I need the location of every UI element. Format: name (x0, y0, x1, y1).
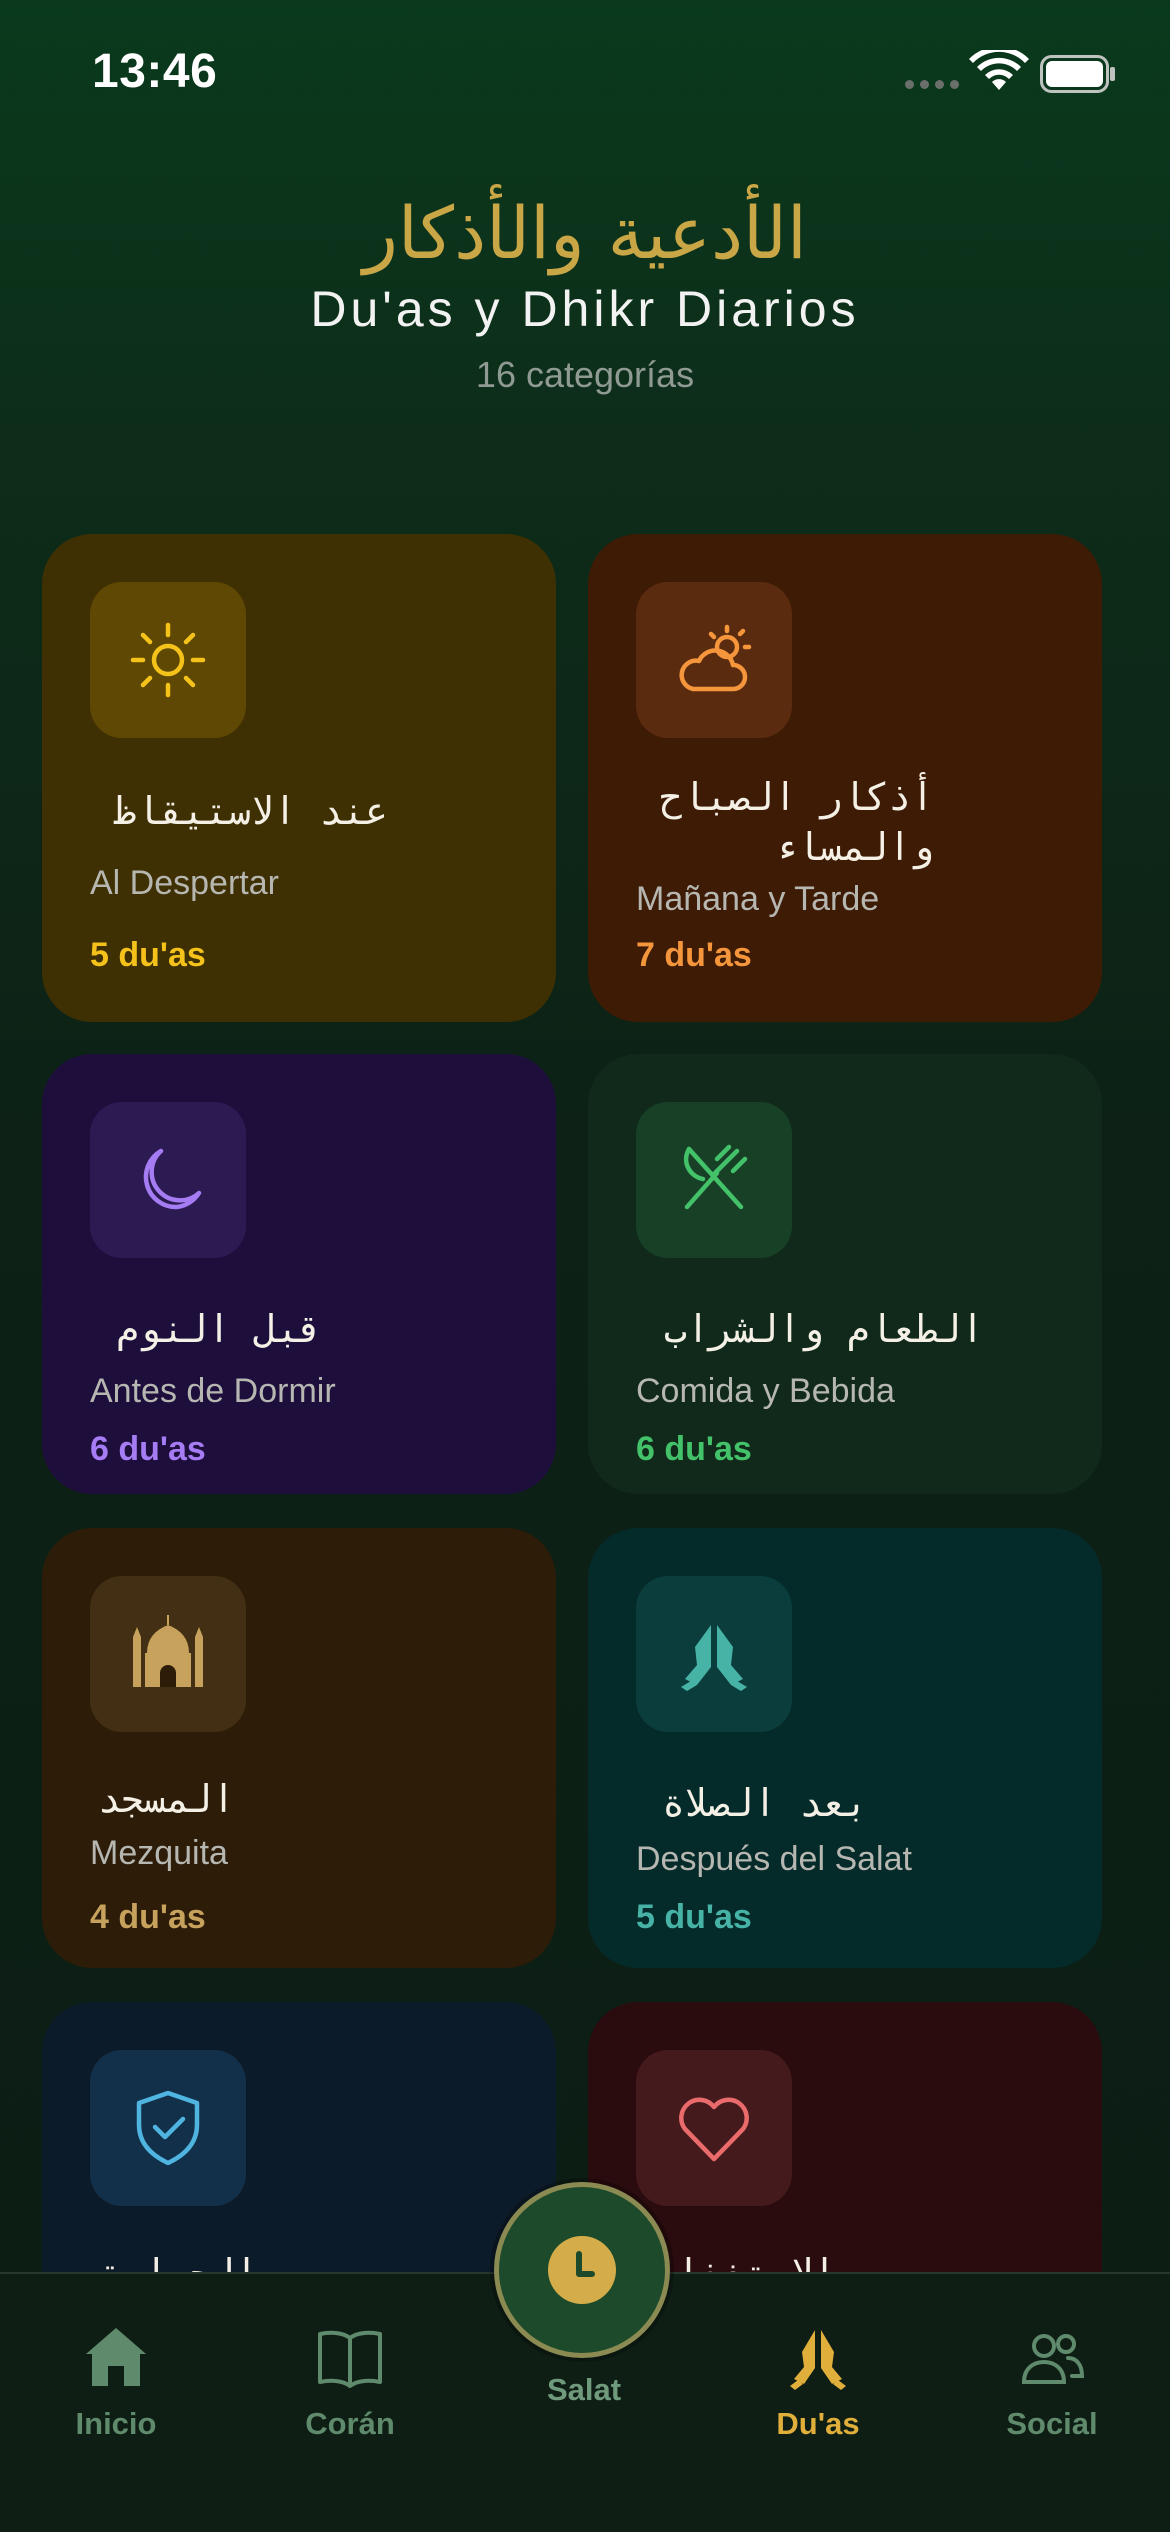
heart-icon (679, 2097, 749, 2162)
utensils-icon (683, 1144, 748, 1210)
category-count-badge: 6 du'as (90, 1430, 206, 1468)
page-header: الأدعية والأذكار Du'as y Dhikr Diarios 1… (0, 190, 1170, 396)
category-name: Antes de Dormir (90, 1372, 336, 1410)
salat-button[interactable] (494, 2182, 670, 2358)
category-card-antes-dormir[interactable]: قبل النوم Antes de Dormir 6 du'as (42, 1054, 556, 1494)
tab-social[interactable]: Social (952, 2322, 1152, 2442)
tab-label-salat: Salat (546, 2372, 622, 2407)
category-arabic: أذكار الصباح والمساء (659, 775, 934, 869)
category-arabic: عند الاستيقاظ (113, 789, 388, 833)
tab-inicio[interactable]: Inicio (16, 2322, 216, 2442)
tab-label: Du'as (776, 2406, 860, 2441)
battery-icon (1040, 55, 1115, 93)
category-count-badge: 5 du'as (90, 936, 206, 974)
category-arabic: قبل النوم (116, 1307, 322, 1351)
category-count-badge: 5 du'as (636, 1898, 752, 1936)
category-arabic: الحماية (97, 2251, 258, 2274)
icon-container (636, 2050, 792, 2206)
wifi-icon (969, 50, 1029, 90)
sun-icon (130, 622, 206, 698)
mosque-icon (133, 1615, 203, 1687)
status-bar: 13:46 (0, 0, 1170, 150)
icon-container (90, 1576, 246, 1732)
category-card-proteccion[interactable]: الحماية (42, 2002, 556, 2274)
category-count: 16 categorías (475, 354, 695, 396)
category-name: Mezquita (90, 1834, 228, 1872)
category-arabic: الطعام والشراب (663, 1307, 984, 1351)
tab-label: Inicio (75, 2406, 157, 2441)
tab-label: Corán (305, 2406, 395, 2441)
category-grid[interactable]: عند الاستيقاظ Al Despertar 5 du'as أذكار… (0, 534, 1170, 2274)
status-time: 13:46 (92, 45, 218, 98)
icon-container (636, 1102, 792, 1258)
icon-container (636, 582, 792, 738)
praying-hands-icon (681, 1625, 747, 1691)
cellular-signal-icon (905, 80, 959, 89)
category-count-badge: 6 du'as (636, 1430, 752, 1468)
category-card-manana-tarde[interactable]: أذكار الصباح والمساء Mañana y Tarde 7 du… (588, 534, 1102, 1022)
category-card-istighfar[interactable]: الاستغفار (588, 2002, 1102, 2274)
cloud-sun-icon (679, 624, 752, 692)
category-name: Mañana y Tarde (636, 880, 880, 918)
tab-duas[interactable]: Du'as (718, 2322, 918, 2442)
icon-container (636, 1576, 792, 1732)
icon-container (90, 582, 246, 738)
category-card-comida-bebida[interactable]: الطعام والشراب Comida y Bebida 6 du'as (588, 1054, 1102, 1494)
category-count-badge: 4 du'as (90, 1898, 206, 1936)
category-name: Al Despertar (90, 864, 279, 902)
category-name: Después del Salat (636, 1840, 912, 1878)
category-name: Comida y Bebida (636, 1372, 895, 1410)
icon-container (90, 1102, 246, 1258)
home-icon (86, 2328, 146, 2386)
clock-icon (548, 2236, 616, 2304)
book-icon (318, 2330, 382, 2388)
category-arabic: بعد الصلاة (662, 1781, 868, 1825)
category-card-despertar[interactable]: عند الاستيقاظ Al Despertar 5 du'as (42, 534, 556, 1022)
praying-hands-icon (790, 2330, 846, 2390)
tab-coran[interactable]: Corán (250, 2322, 450, 2442)
shield-check-icon (136, 2090, 200, 2166)
category-card-mezquita[interactable]: المسجد Mezquita 4 du'as (42, 1528, 556, 1968)
tab-label: Social (1006, 2406, 1098, 2441)
category-card-despues-salat[interactable]: بعد الصلاة Después del Salat 5 du'as (588, 1528, 1102, 1968)
category-count-badge: 7 du'as (636, 936, 752, 974)
page-title: Du'as y Dhikr Diarios (310, 281, 860, 338)
category-arabic: المسجد (97, 1777, 235, 1821)
arabic-title: الأدعية والأذكار (363, 191, 807, 275)
people-icon (1021, 2334, 1085, 2384)
moon-icon (143, 1148, 202, 1210)
icon-container (90, 2050, 246, 2206)
